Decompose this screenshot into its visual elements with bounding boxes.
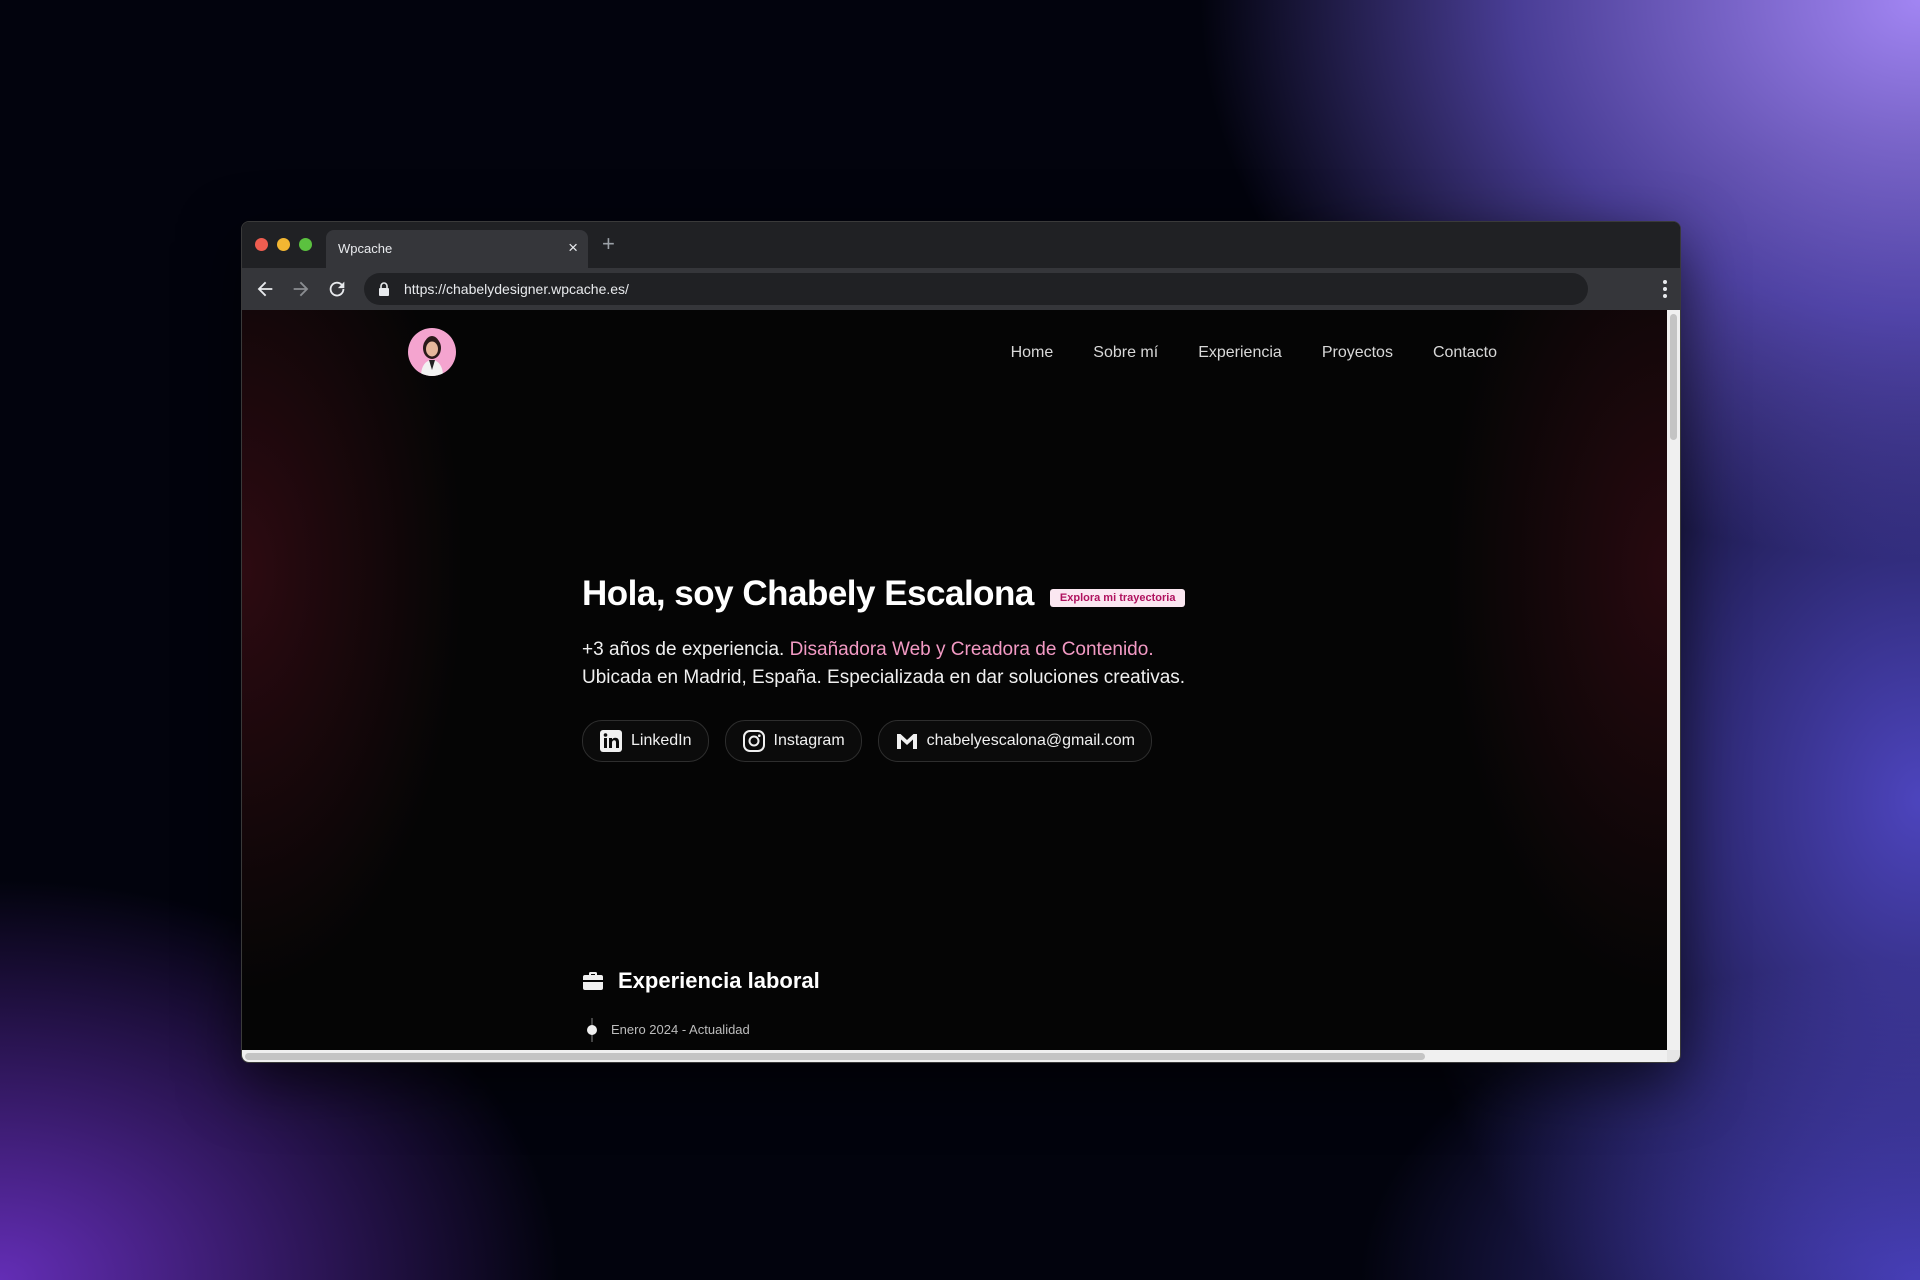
tab-bar: Wpcache × + — [242, 222, 1680, 268]
timeline-dot — [587, 1025, 597, 1035]
hero-section: Hola, soy Chabely Escalona Explora mi tr… — [582, 574, 1222, 762]
reload-icon[interactable] — [326, 278, 348, 300]
linkedin-icon — [600, 730, 622, 752]
vertical-scroll-thumb[interactable] — [1670, 314, 1677, 440]
linkedin-button[interactable]: LinkedIn — [582, 720, 709, 762]
email-label: chabelyescalona@gmail.com — [926, 732, 1135, 749]
hero-title-row: Hola, soy Chabely Escalona Explora mi tr… — [582, 574, 1222, 614]
avatar-portrait-icon — [421, 336, 443, 376]
new-tab-icon[interactable]: + — [602, 232, 615, 256]
hero-description: +3 años de experiencia. Disañadora Web y… — [582, 636, 1192, 692]
gmail-icon — [896, 734, 917, 749]
forward-arrow-icon[interactable] — [290, 278, 312, 300]
url-text: https://chabelydesigner.wpcache.es/ — [404, 281, 629, 297]
main-nav: Home Sobre mí Experiencia Proyectos Cont… — [1011, 344, 1497, 362]
address-bar[interactable]: https://chabelydesigner.wpcache.es/ — [364, 273, 1588, 305]
instagram-label: Instagram — [773, 732, 845, 749]
timeline-date: Enero 2024 - Actualidad — [611, 1022, 750, 1037]
browser-window: Wpcache × + https://chabelydesigner.wpca… — [241, 221, 1681, 1063]
minimize-window-button[interactable] — [277, 238, 290, 251]
browser-toolbar: https://chabelydesigner.wpcache.es/ — [242, 268, 1680, 310]
scrollbar-corner — [1667, 1050, 1680, 1062]
social-links: LinkedIn Instagram chabelyescalona@gmail… — [582, 720, 1222, 762]
lock-icon — [379, 282, 389, 296]
desc-prefix: +3 años de experiencia. — [582, 639, 790, 660]
desc-accent: Disañadora Web y Creadora de Contenido. — [789, 639, 1154, 660]
horizontal-scrollbar[interactable] — [242, 1050, 1667, 1062]
trajectory-badge[interactable]: Explora mi trayectoria — [1049, 589, 1186, 607]
nav-contacto[interactable]: Contacto — [1433, 344, 1497, 362]
linkedin-label: LinkedIn — [631, 732, 692, 749]
browser-tab[interactable]: Wpcache × — [326, 230, 588, 268]
page-title: Hola, soy Chabely Escalona — [582, 574, 1034, 613]
tab-title: Wpcache — [338, 241, 393, 256]
kebab-menu-icon[interactable] — [1662, 278, 1668, 300]
close-window-button[interactable] — [255, 238, 268, 251]
instagram-icon — [742, 730, 765, 752]
experience-title: Experiencia laboral — [618, 968, 820, 993]
briefcase-icon — [583, 972, 603, 990]
instagram-button[interactable]: Instagram — [724, 720, 862, 762]
email-button[interactable]: chabelyescalona@gmail.com — [877, 720, 1152, 762]
page-viewport: Home Sobre mí Experiencia Proyectos Cont… — [242, 310, 1667, 1050]
vertical-scrollbar[interactable] — [1667, 310, 1680, 1050]
horizontal-scroll-thumb[interactable] — [245, 1053, 1425, 1060]
nav-sobre-mi[interactable]: Sobre mí — [1093, 344, 1158, 362]
nav-proyectos[interactable]: Proyectos — [1322, 344, 1393, 362]
experience-heading: Experiencia laboral — [582, 968, 820, 994]
close-tab-icon[interactable]: × — [568, 238, 578, 258]
maximize-window-button[interactable] — [299, 238, 312, 251]
nav-experiencia[interactable]: Experiencia — [1198, 344, 1282, 362]
avatar[interactable] — [408, 328, 456, 376]
desc-rest: Ubicada en Madrid, España. Especializada… — [582, 667, 1186, 688]
back-arrow-icon[interactable] — [254, 278, 276, 300]
nav-home[interactable]: Home — [1011, 344, 1054, 362]
